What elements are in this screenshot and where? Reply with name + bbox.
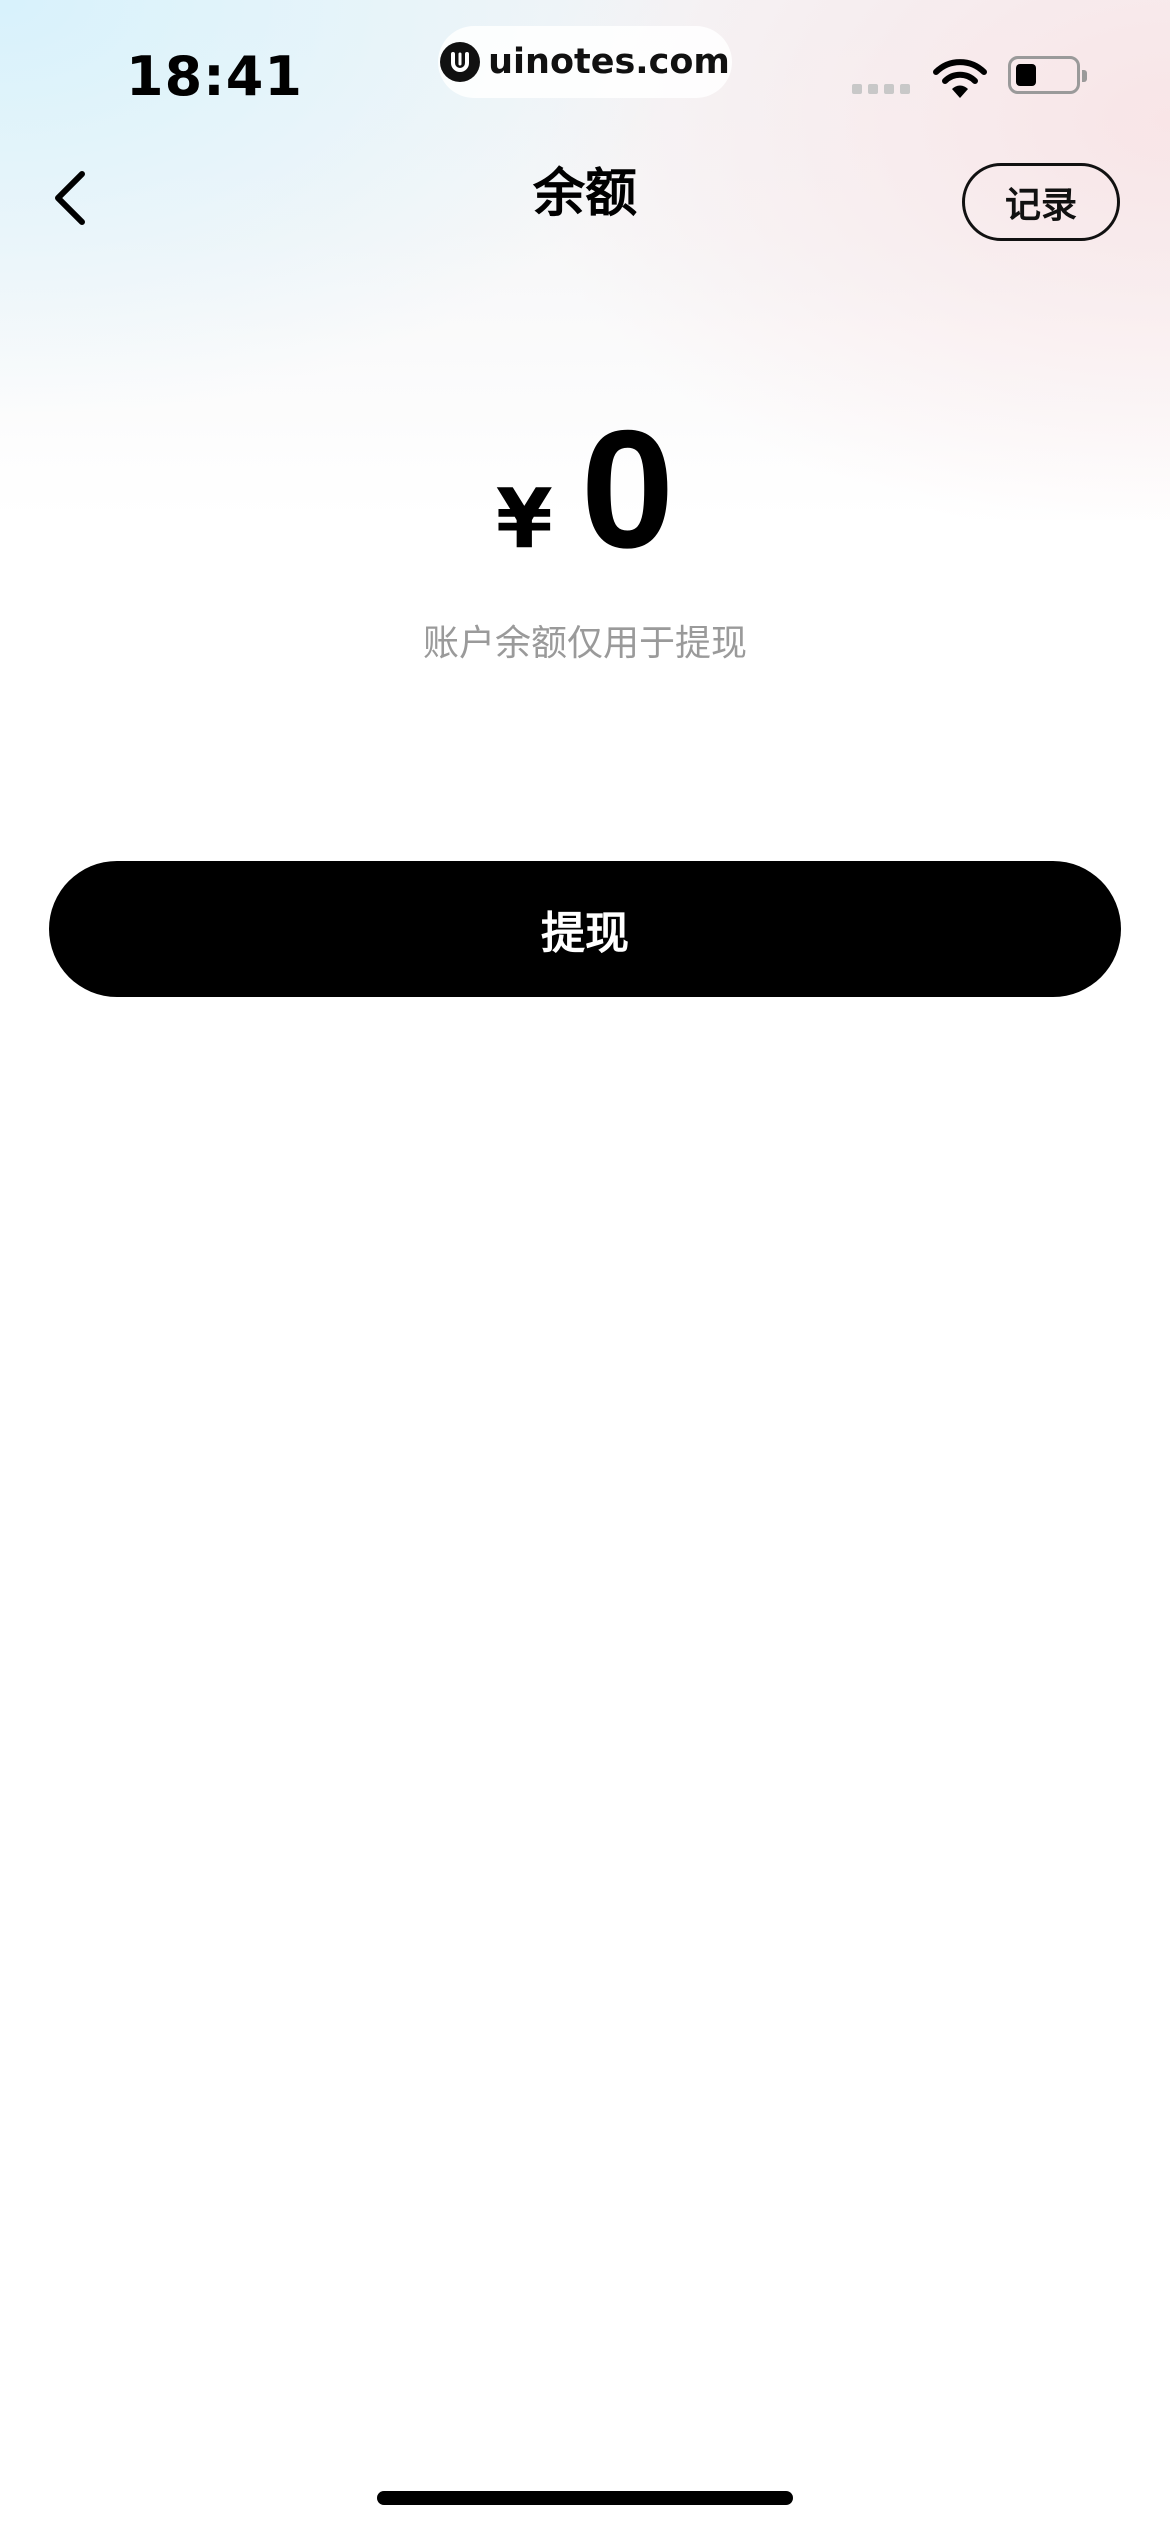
- url-pill[interactable]: uinotes.com: [438, 26, 732, 98]
- cellular-signal-icon: [852, 84, 910, 94]
- currency-symbol: ¥: [495, 472, 553, 567]
- home-indicator[interactable]: [377, 2491, 793, 2505]
- uinotes-logo-icon: [440, 42, 481, 82]
- balance-amount: 0: [580, 395, 675, 583]
- balance-note: 账户余额仅用于提现: [422, 623, 747, 664]
- url-text: uinotes.com: [488, 42, 730, 82]
- wifi-icon: [932, 58, 988, 104]
- status-bar-time: 18:41: [126, 45, 303, 108]
- balance-display: ¥ 0: [0, 405, 1170, 573]
- battery-icon: [1008, 56, 1087, 94]
- withdraw-button[interactable]: 提现: [49, 861, 1121, 997]
- record-button[interactable]: 记录: [962, 163, 1120, 241]
